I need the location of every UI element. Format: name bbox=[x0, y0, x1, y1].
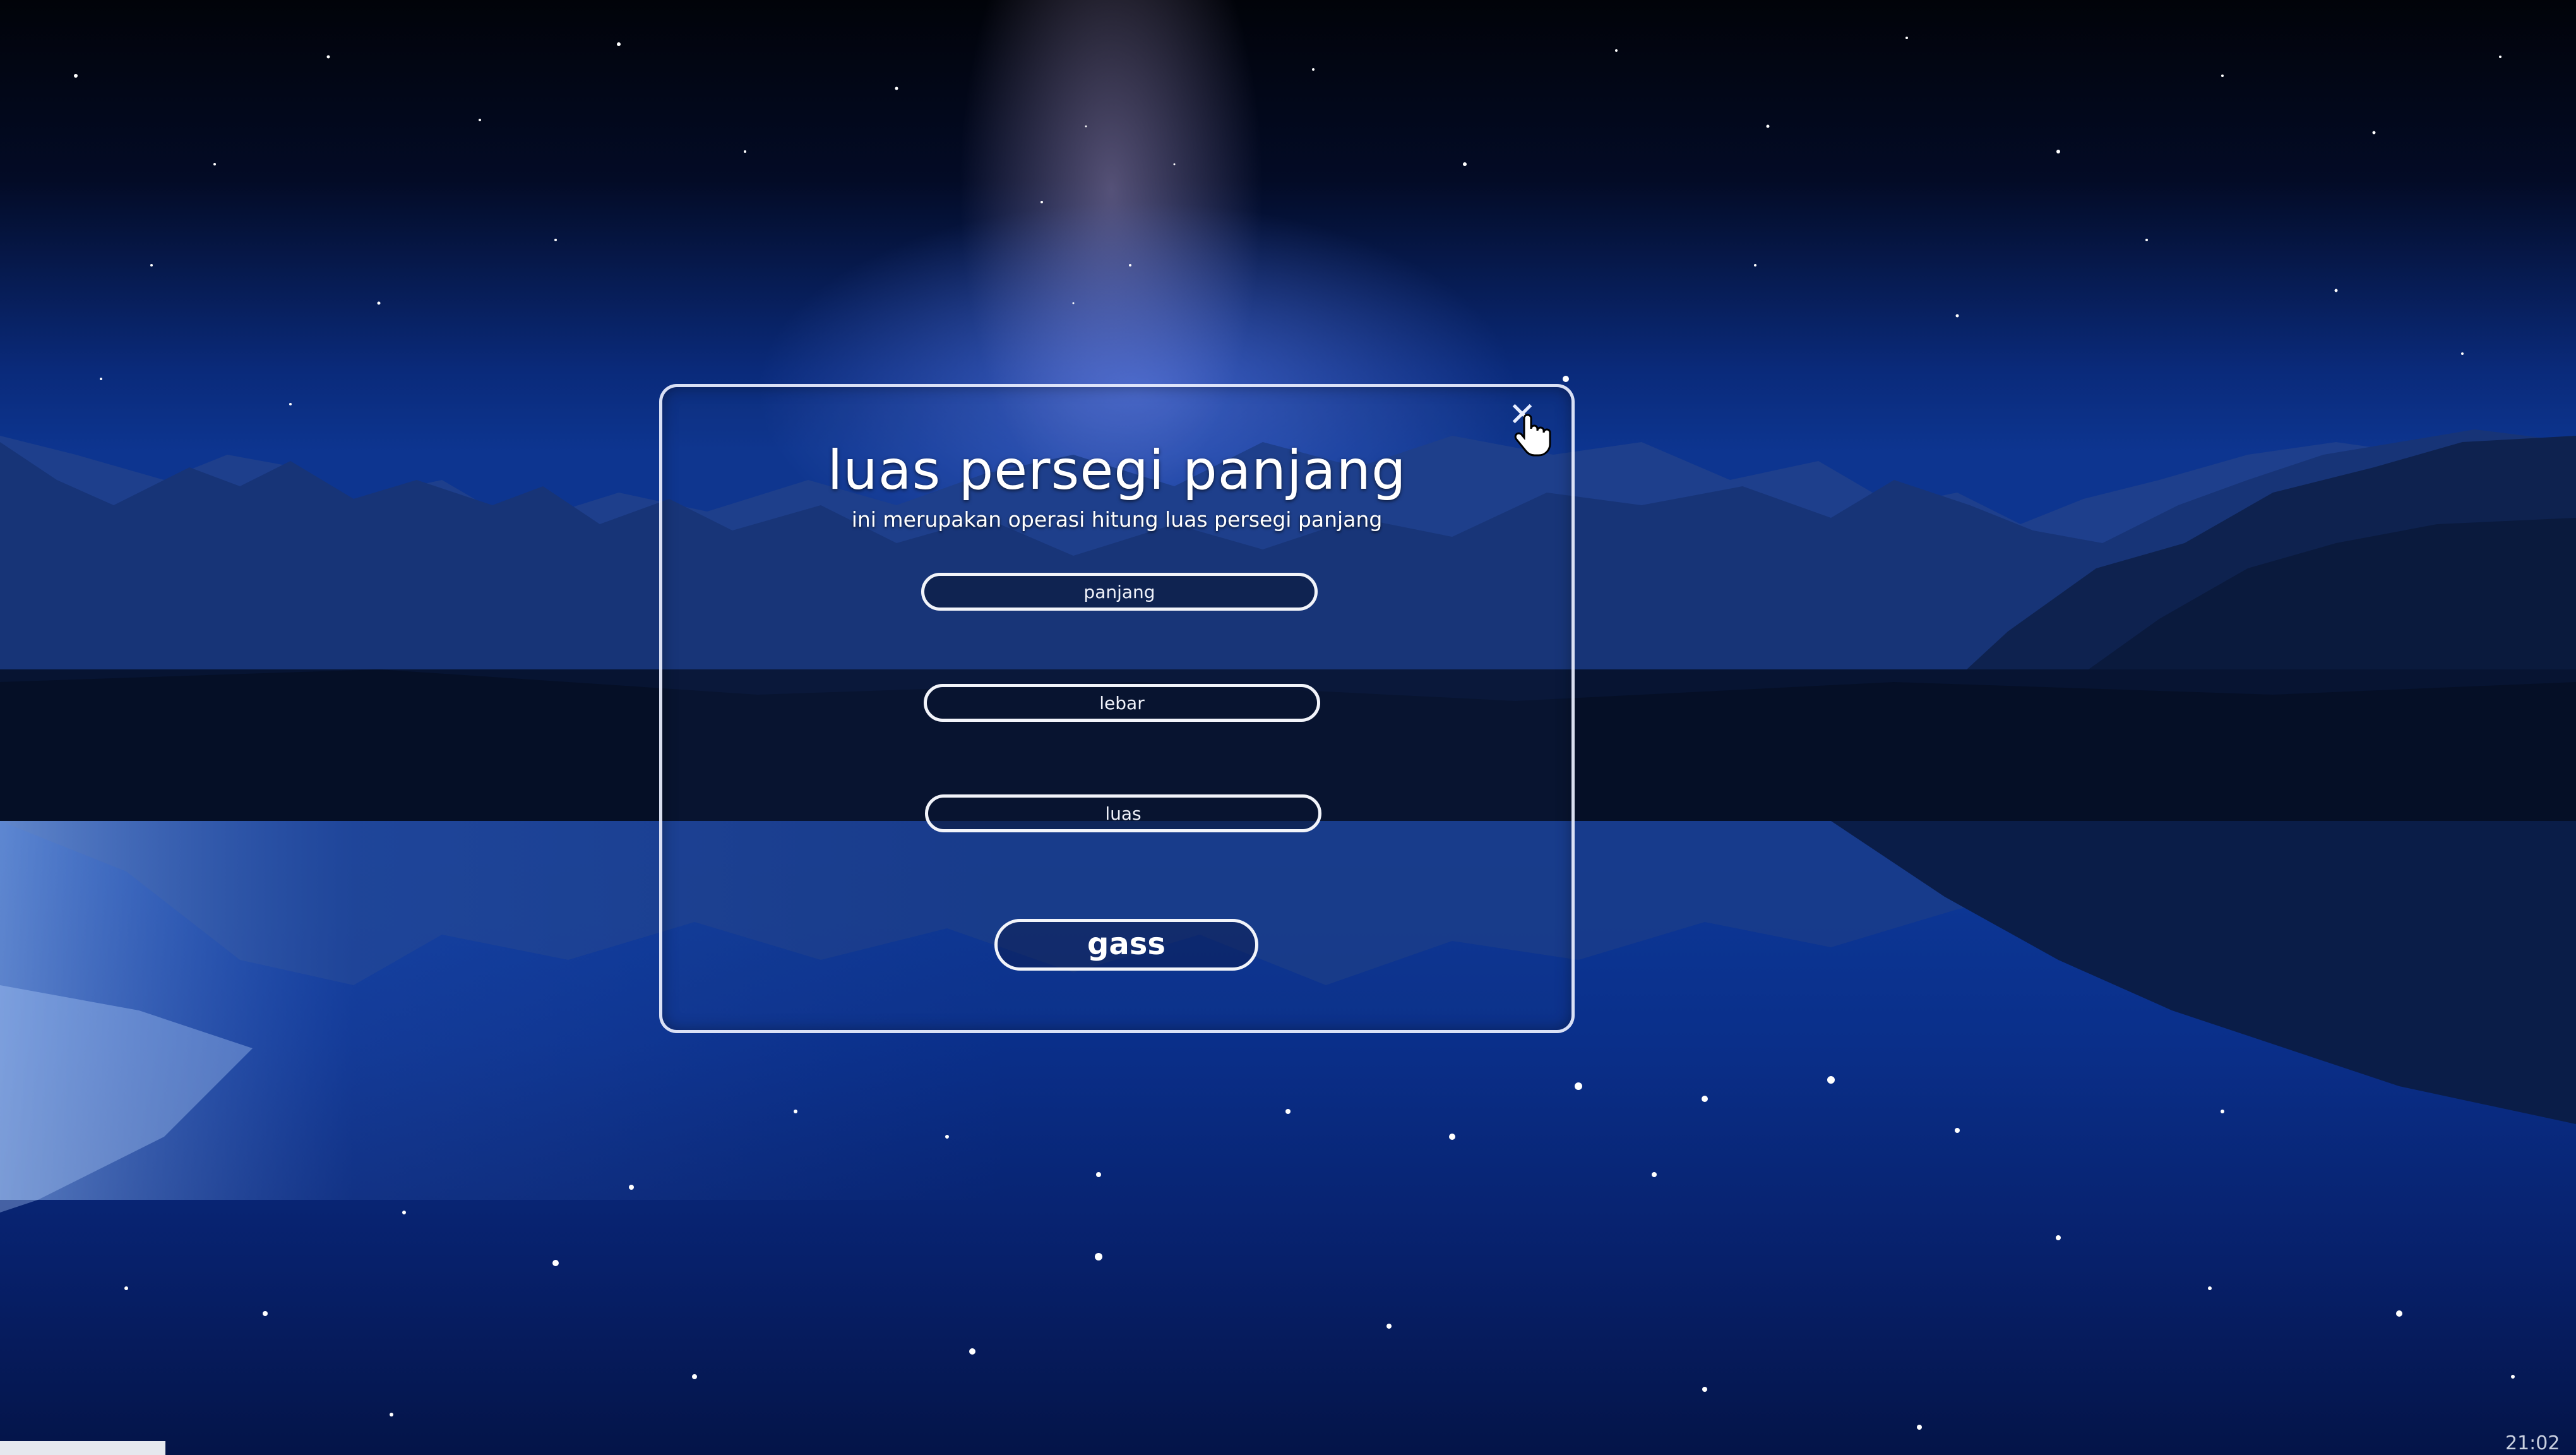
panjang-input[interactable] bbox=[921, 573, 1318, 611]
taskbar-clock[interactable]: 21:02 bbox=[2505, 1432, 2560, 1454]
dialog-title: luas persegi panjang bbox=[827, 439, 1407, 502]
gass-submit-button[interactable]: gass bbox=[994, 919, 1258, 971]
taskbar-item[interactable] bbox=[0, 1441, 165, 1455]
rectangle-area-dialog: ✕ luas persegi panjang ini merupakan ope… bbox=[659, 384, 1575, 1033]
dialog-subtitle: ini merupakan operasi hitung luas perseg… bbox=[851, 507, 1383, 532]
lebar-input[interactable] bbox=[924, 684, 1320, 722]
luas-output-field[interactable] bbox=[925, 794, 1321, 832]
